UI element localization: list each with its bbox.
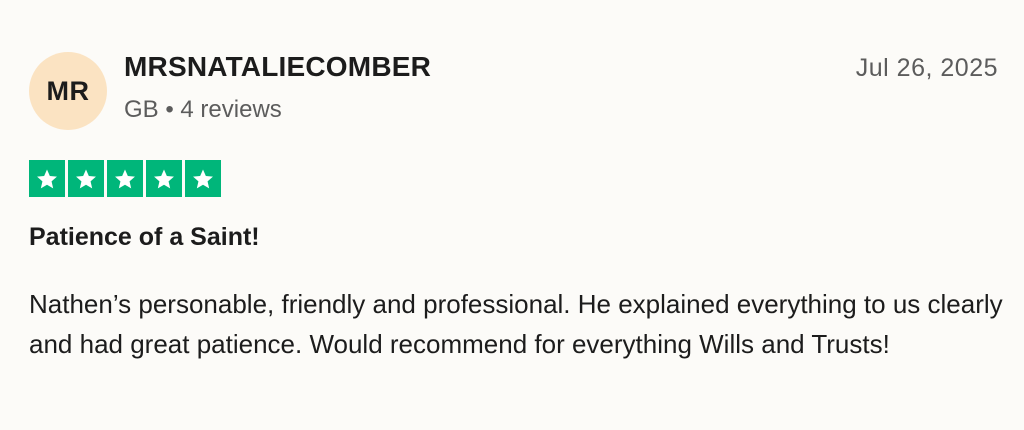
review-body: Nathen’s personable, friendly and profes… [29,289,1003,359]
star-3 [107,160,143,197]
star-icon [193,169,213,188]
star-4 [146,160,182,197]
reviewer-meta: GB • 4 reviews [124,96,282,123]
avatar[interactable]: MR [29,52,107,130]
star-rating [29,160,221,197]
star-5 [185,160,221,197]
review-date: Jul 26, 2025 [855,54,998,82]
reviewer-name[interactable]: MRSNATALIECOMBER [124,51,431,83]
star-icon [76,169,96,188]
star-icon [37,169,57,188]
review-card: MR MRSNATALIECOMBER GB • 4 reviews Jul 2… [0,0,1024,430]
review-title: Patience of a Saint! [29,223,260,251]
star-1 [29,160,65,197]
star-icon [154,169,174,188]
star-2 [68,160,104,197]
star-icon [115,169,135,188]
